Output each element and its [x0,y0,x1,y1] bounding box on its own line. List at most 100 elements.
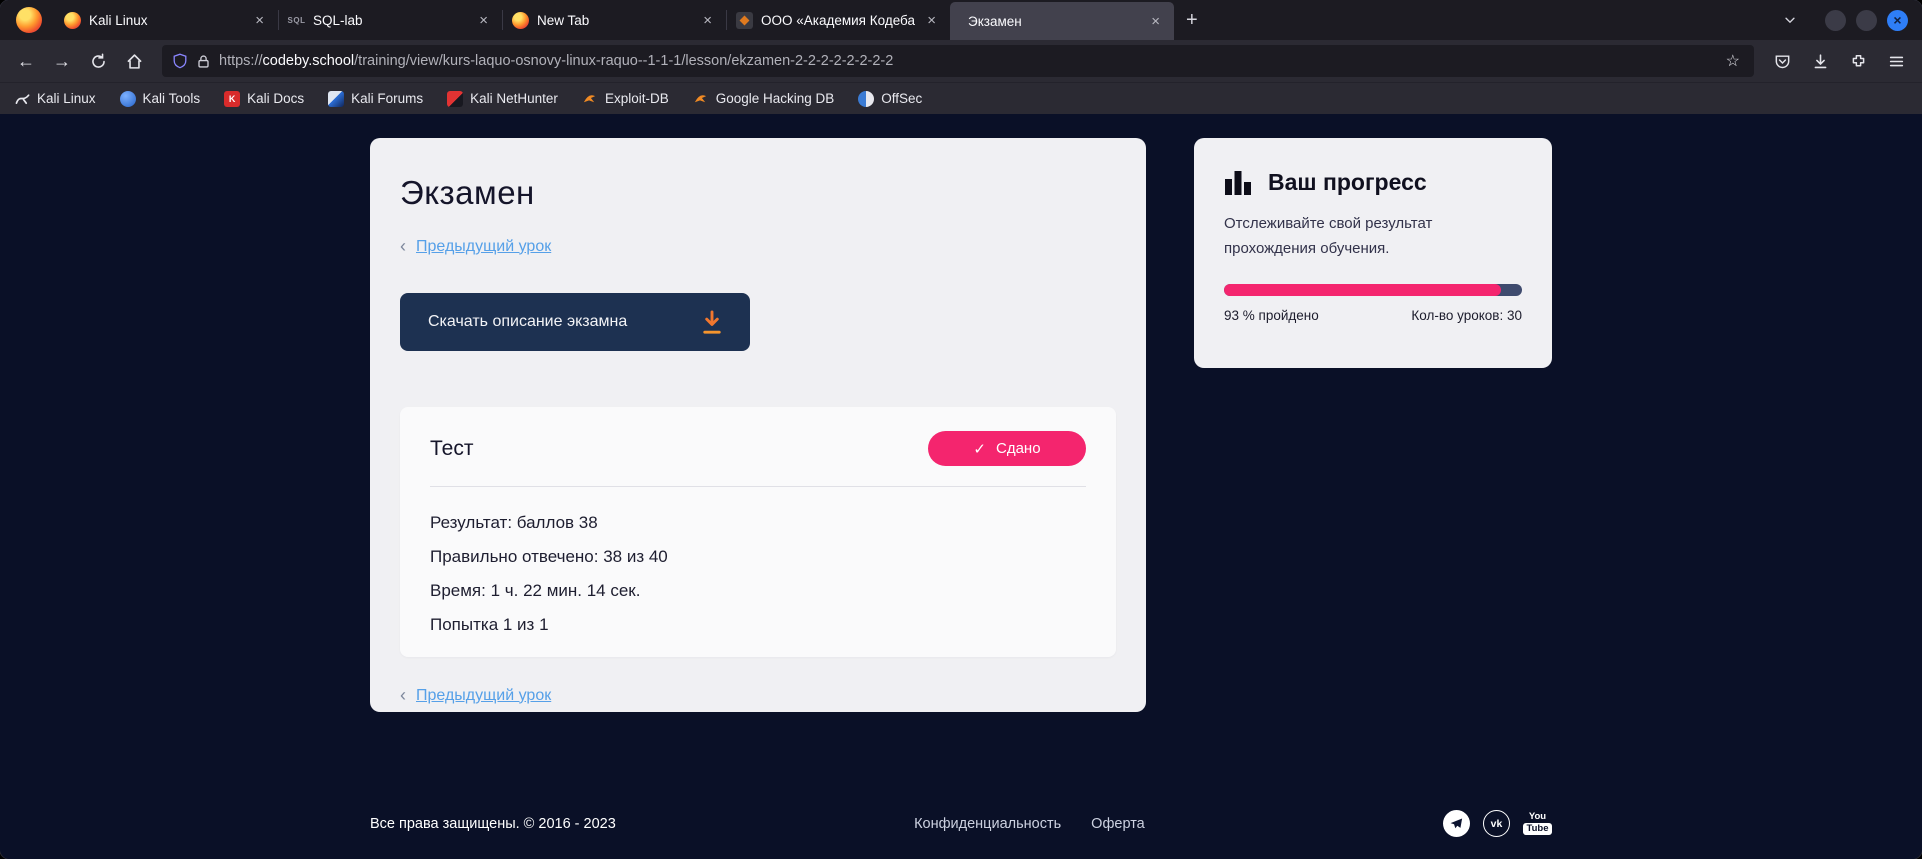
reload-icon[interactable] [82,45,114,77]
toolbar-right-icons [1766,45,1912,77]
window-controls: × [1811,0,1922,40]
progress-labels: 93 % пройдено Кол-во уроков: 30 [1224,308,1522,323]
lock-icon[interactable] [196,54,211,69]
firefox-logo-icon[interactable] [16,7,42,33]
telegram-icon[interactable] [1443,810,1470,837]
divider [430,486,1086,487]
lesson-card: Экзамен ‹ Предыдущий урок Скачать описан… [370,138,1146,712]
bookmark-label: Kali NetHunter [470,91,558,106]
prev-lesson-label[interactable]: Предыдущий урок [416,687,551,705]
vk-icon[interactable]: vk [1483,810,1510,837]
pocket-icon[interactable] [1766,45,1798,77]
tab-ekzamen-active[interactable]: Экзамен × [950,2,1174,40]
tab-title: New Tab [537,13,691,28]
new-tab-button[interactable]: + [1174,7,1210,34]
list-all-tabs-chevron-icon[interactable] [1769,13,1811,27]
tab-bar: Kali Linux × SQL SQL-lab × New Tab × ООО… [0,0,1922,40]
tab-title: SQL-lab [313,13,467,28]
bookmarks-bar: Kali Linux Kali Tools K Kali Docs Kali F… [0,82,1922,114]
offer-link[interactable]: Оферта [1091,816,1145,832]
url-path: /training/view/kurs-laquo-osnovy-linux-r… [354,53,893,69]
prev-lesson-link-bottom[interactable]: ‹ Предыдущий урок [400,685,1116,706]
prev-lesson-label[interactable]: Предыдущий урок [416,238,551,256]
progress-title: Ваш прогресс [1268,169,1427,196]
test-results-list: Результат: баллов 38 Правильно отвечено:… [430,513,1086,635]
bookmark-kali-docs[interactable]: K Kali Docs [224,91,304,107]
extensions-puzzle-icon[interactable] [1842,45,1874,77]
download-exam-description-button[interactable]: Скачать описание экзамна [400,293,750,351]
url-scheme: https:// [219,53,263,69]
kali-dragon-icon [14,91,30,107]
tabbar-spacer [1210,0,1769,40]
progress-description: Отслеживайте свой результат прохождения … [1224,212,1464,262]
bookmark-label: Exploit-DB [605,91,669,106]
result-attempt: Попытка 1 из 1 [430,615,1086,635]
bar-chart-icon [1224,168,1252,196]
kali-docs-icon: K [224,91,240,107]
tab-academy-codeby[interactable]: ООО «Академия Кодеба × [726,0,950,40]
bookmark-kali-linux[interactable]: Kali Linux [14,91,96,107]
progress-header: Ваш прогресс [1224,168,1522,196]
close-icon[interactable]: × [923,12,940,29]
chevron-left-icon: ‹ [400,236,406,257]
check-icon: ✓ [973,440,986,458]
close-icon[interactable]: × [1147,13,1164,30]
page-title: Экзамен [400,174,1116,212]
bookmark-label: Kali Tools [143,91,201,106]
tab-new-tab[interactable]: New Tab × [502,0,726,40]
bookmark-kali-tools[interactable]: Kali Tools [120,91,201,107]
bookmark-kali-nethunter[interactable]: Kali NetHunter [447,91,558,107]
offsec-icon [858,91,874,107]
lessons-count-label: Кол-во уроков: 30 [1411,308,1522,323]
bookmark-label: Kali Docs [247,91,304,106]
url-domain: codeby.school [263,53,355,69]
tab-sql-lab[interactable]: SQL SQL-lab × [278,0,502,40]
home-icon[interactable] [118,45,150,77]
bookmark-star-icon[interactable]: ☆ [1722,51,1744,71]
firefox-icon [512,12,529,29]
maximize-button[interactable] [1856,10,1877,31]
close-icon[interactable]: × [699,12,716,29]
bookmark-offsec[interactable]: OffSec [858,91,922,107]
privacy-link[interactable]: Конфиденциальность [914,816,1061,832]
footer-links: Конфиденциальность Оферта [914,816,1145,832]
bookmark-kali-forums[interactable]: Kali Forums [328,91,423,107]
youtube-text-bottom: Tube [1523,823,1552,836]
bookmark-google-hacking-db[interactable]: Google Hacking DB [693,91,835,107]
url-text[interactable]: https://codeby.school/training/view/kurs… [219,53,1714,69]
test-header: Тест ✓ Сдано [430,431,1086,466]
bookmark-label: Kali Forums [351,91,423,106]
chevron-left-icon: ‹ [400,685,406,706]
kali-forums-icon [328,91,344,107]
kali-nethunter-icon [447,91,463,107]
url-bar[interactable]: https://codeby.school/training/view/kurs… [162,45,1754,77]
menu-hamburger-icon[interactable] [1880,45,1912,77]
kali-tools-icon [120,91,136,107]
prev-lesson-link-top[interactable]: ‹ Предыдущий урок [400,236,1116,257]
tab-kali-linux[interactable]: Kali Linux × [54,0,278,40]
bookmark-label: Google Hacking DB [716,91,835,106]
navigation-toolbar: ← → https://codeby.school/training/view/… [0,40,1922,82]
codeby-favicon [736,12,753,29]
tracking-protection-shield-icon[interactable] [172,53,188,69]
test-title: Тест [430,437,473,461]
download-arrow-icon [700,309,724,336]
copyright-text: Все права защищены. © 2016 - 2023 [370,816,616,832]
downloads-icon[interactable] [1804,45,1836,77]
exploit-db-bird-icon [582,91,598,107]
back-button[interactable]: ← [10,45,42,77]
bookmark-label: OffSec [881,91,922,106]
bookmark-exploit-db[interactable]: Exploit-DB [582,91,669,107]
status-badge-label: Сдано [996,440,1041,457]
close-icon[interactable]: × [475,12,492,29]
firefox-icon [64,12,81,29]
forward-button[interactable]: → [46,45,78,77]
youtube-icon[interactable]: You Tube [1523,812,1552,835]
tab-title: Kali Linux [89,13,243,28]
minimize-button[interactable] [1825,10,1846,31]
browser-window: Kali Linux × SQL SQL-lab × New Tab × ООО… [0,0,1922,859]
progress-bar-fill [1224,284,1501,296]
window-close-button[interactable]: × [1887,10,1908,31]
page-content: Экзамен ‹ Предыдущий урок Скачать описан… [0,114,1922,859]
close-icon[interactable]: × [251,12,268,29]
